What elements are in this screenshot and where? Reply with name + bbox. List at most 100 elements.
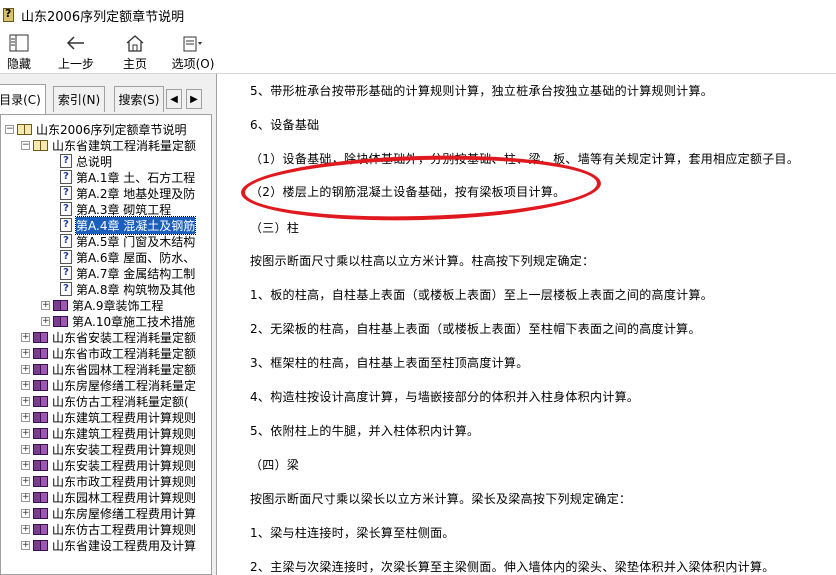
tree-label: 第A.6章 屋面、防水、 (76, 250, 196, 265)
tree-label: 山东市政工程费用计算规则 (52, 474, 197, 489)
closed-book-icon (33, 411, 49, 424)
expand-icon[interactable]: + (41, 316, 50, 326)
tree-item-book[interactable]: + 山东省建设工程费用及计算 (21, 537, 196, 553)
content-paragraph: 1、板的柱高，自柱基上表面（或楼板上表面）至上一层楼板上表面之间的高度计算。 (250, 288, 714, 302)
tree-item-page[interactable]: ? 总说明 (60, 153, 112, 169)
tab-index[interactable]: 索引(N) (53, 86, 105, 112)
hide-button-label: 隐藏 (6, 57, 31, 71)
options-icon (182, 33, 204, 53)
tree-label: 山东省安装工程消耗量定额 (52, 330, 197, 345)
tree-item-page[interactable]: ? 第A.5章 门窗及木结构 (60, 233, 195, 249)
expand-icon[interactable]: + (21, 428, 30, 438)
help-page-icon: ? (60, 170, 72, 184)
closed-book-icon (33, 363, 49, 376)
tree-item-book[interactable]: + 山东省市政工程消耗量定额 (21, 345, 196, 361)
tree-item-book[interactable]: + 山东市政工程费用计算规则 (21, 473, 196, 489)
home-button[interactable]: 主页 (120, 33, 150, 73)
tree-item-book[interactable]: + 山东仿古工程消耗量定额( (21, 393, 189, 409)
options-button[interactable]: 选项(O) (170, 33, 216, 73)
tab-contents[interactable]: 目录(C) (0, 84, 46, 114)
tree-item-subbook[interactable]: + 第A.10章施工技术措施 (41, 313, 195, 329)
nav-tabs: 目录(C) 索引(N) 搜索(S) ◀ ▶ (0, 84, 212, 114)
tree-item-page[interactable]: ? 第A.1章 土、石方工程 (60, 169, 195, 185)
expand-icon[interactable]: + (21, 396, 30, 406)
window-title: 山东2006序列定额章节说明 (21, 9, 185, 25)
back-button[interactable]: 上一步 (55, 33, 97, 73)
tree-item-page[interactable]: ? 第A.7章 金属结构工制 (60, 265, 195, 281)
closed-book-icon (33, 331, 49, 344)
help-window: ? 山东2006序列定额章节说明 隐藏 上一步 主页 选项(O) 目录(C) 索… (0, 0, 836, 575)
tree-item-book[interactable]: + 山东省安装工程消耗量定额 (21, 329, 196, 345)
tree-label: 第A.5章 门窗及木结构 (76, 234, 196, 249)
open-book-icon (17, 123, 33, 136)
tree-item-book[interactable]: + 山东安装工程费用计算规则 (21, 441, 196, 457)
tree-item-page[interactable]: ? 第A.2章 地基处理及防 (60, 185, 195, 201)
content-paragraph: 5、依附柱上的牛腿，并入柱体积内计算。 (250, 424, 480, 438)
collapse-icon[interactable]: − (5, 124, 14, 134)
home-button-label: 主页 (122, 57, 147, 71)
closed-book-icon (33, 347, 49, 360)
tree-item-page-selected[interactable]: ? 第A.4章 混凝土及钢筋 (60, 215, 197, 235)
expand-icon[interactable]: + (21, 380, 30, 390)
help-book-icon: ? (1, 6, 15, 24)
tree-item-book[interactable]: − 山东省建筑工程消耗量定额 (21, 137, 196, 153)
tree-root[interactable]: − 山东2006序列定额章节说明 (5, 121, 187, 137)
tab-search[interactable]: 搜索(S) (114, 86, 164, 112)
help-page-icon: ? (60, 154, 72, 168)
expand-icon[interactable]: + (21, 348, 30, 358)
tree-label: 山东2006序列定额章节说明 (36, 122, 187, 137)
content-paragraph: （四）梁 (250, 458, 300, 472)
tree-label: 第A.3章 砌筑工程 (76, 202, 172, 217)
tree-item-subbook[interactable]: + 第A.9章装饰工程 (41, 297, 163, 313)
back-button-label: 上一步 (57, 57, 94, 71)
contents-tree: − 山东2006序列定额章节说明 − 山东省建筑工程消耗量定额 ? 总说明 ? … (0, 114, 212, 575)
tree-label: 第A.7章 金属结构工制 (76, 266, 196, 281)
tree-item-book[interactable]: + 山东安装工程费用计算规则 (21, 457, 196, 473)
help-page-icon: ? (60, 266, 72, 280)
expand-icon[interactable]: + (41, 300, 50, 310)
tree-label: 第A.9章装饰工程 (72, 298, 164, 313)
tree-item-book[interactable]: + 山东房屋修缮工程消耗量定 (21, 377, 196, 393)
tree-item-book[interactable]: + 山东建筑工程费用计算规则 (21, 425, 196, 441)
tab-index-label: 索引(N) (57, 93, 101, 107)
tree-item-book[interactable]: + 山东省园林工程消耗量定额 (21, 361, 196, 377)
tree-item-book[interactable]: + 山东建筑工程费用计算规则 (21, 409, 196, 425)
expand-icon[interactable]: + (21, 444, 30, 454)
tree-label: 总说明 (76, 154, 113, 169)
tree-label: 山东房屋修缮工程费用计算 (52, 506, 197, 521)
tree-label: 山东园林工程费用计算规则 (52, 490, 197, 505)
expand-icon[interactable]: + (21, 332, 30, 342)
tree-item-page[interactable]: ? 第A.3章 砌筑工程 (60, 201, 171, 217)
tree-label: 第A.1章 土、石方工程 (76, 170, 196, 185)
tree-label: 山东安装工程费用计算规则 (52, 458, 197, 473)
tree-item-page[interactable]: ? 第A.6章 屋面、防水、 (60, 249, 195, 265)
tree-label: 第A.8章 构筑物及其他 (76, 282, 196, 297)
expand-icon[interactable]: + (21, 508, 30, 518)
tree-item-book[interactable]: + 山东园林工程费用计算规则 (21, 489, 196, 505)
tab-scroll-left-button[interactable]: ◀ (166, 89, 182, 109)
tree-item-book[interactable]: + 山东仿古工程费用计算规则 (21, 521, 196, 537)
content-paragraph: 2、主梁与次梁连接时，次梁长算至主梁侧面。伸入墙体内的梁头、梁垫体积并入梁体积内… (250, 560, 775, 574)
title-bar: ? 山东2006序列定额章节说明 (0, 0, 836, 30)
expand-icon[interactable]: + (21, 540, 30, 550)
expand-icon[interactable]: + (21, 524, 30, 534)
tree-item-page[interactable]: ? 第A.8章 构筑物及其他 (60, 281, 195, 297)
closed-book-icon (33, 475, 49, 488)
expand-icon[interactable]: + (21, 460, 30, 470)
help-page-icon: ? (60, 250, 72, 264)
hide-button[interactable]: 隐藏 (2, 33, 36, 73)
expand-icon[interactable]: + (21, 412, 30, 422)
expand-icon[interactable]: + (21, 364, 30, 374)
help-page-icon: ? (60, 186, 72, 200)
collapse-icon[interactable]: − (21, 140, 30, 150)
tree-label: 山东仿古工程费用计算规则 (52, 522, 197, 537)
tree-label: 第A.4章 混凝土及钢筋 (74, 215, 197, 235)
help-page-icon: ? (60, 202, 72, 216)
expand-icon[interactable]: + (21, 476, 30, 486)
expand-icon[interactable]: + (21, 492, 30, 502)
tree-item-book[interactable]: + 山东房屋修缮工程费用计算 (21, 505, 196, 521)
tab-scroll-right-button[interactable]: ▶ (186, 89, 202, 109)
tree-label: 山东省园林工程消耗量定额 (52, 362, 197, 377)
help-page-icon: ? (60, 234, 72, 248)
tree-label: 第A.10章施工技术措施 (72, 314, 196, 329)
